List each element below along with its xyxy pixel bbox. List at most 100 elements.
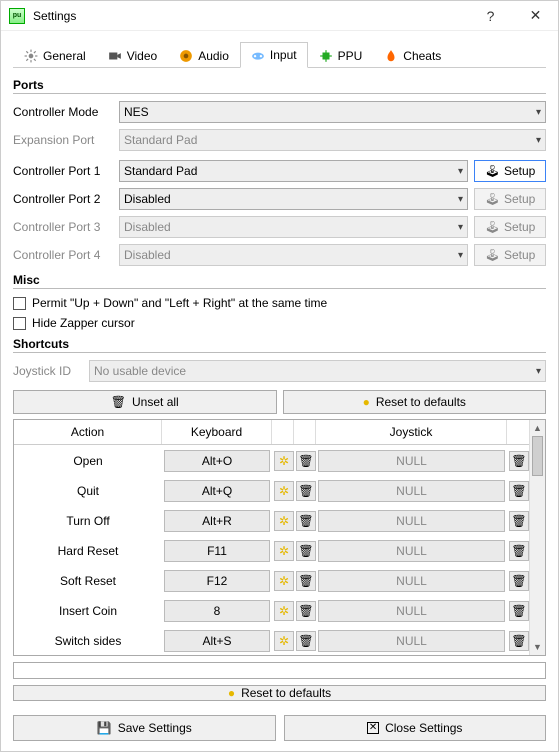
joystick-binding-button[interactable]: NULL: [318, 600, 505, 622]
help-button[interactable]: ?: [468, 1, 513, 31]
scroll-thumb[interactable]: [532, 436, 543, 476]
scroll-down-icon[interactable]: ▼: [530, 639, 545, 655]
chevron-down-icon: ▾: [536, 135, 541, 146]
joystick-binding-button[interactable]: NULL: [318, 510, 505, 532]
lower-reset-label: Reset to defaults: [241, 686, 331, 700]
default-icon[interactable]: ✲: [274, 541, 294, 561]
table-row: Soft ResetF12✲🗑NULL🗑: [14, 565, 529, 595]
refresh-icon: ●: [228, 686, 235, 700]
table-row: Switch sidesAlt+S✲🗑NULL🗑: [14, 625, 529, 655]
tab-general-label: General: [43, 49, 86, 63]
chevron-down-icon: ▾: [458, 166, 463, 177]
app-icon: pu: [9, 8, 25, 24]
clear-joy-button[interactable]: 🗑: [509, 541, 529, 561]
joystick-id-value: No usable device: [94, 364, 186, 378]
keyboard-binding-button[interactable]: Alt+O: [164, 450, 270, 472]
default-icon[interactable]: ✲: [274, 631, 294, 651]
tab-video[interactable]: Video: [97, 42, 168, 68]
port2-select[interactable]: Disabled ▾: [119, 188, 468, 210]
port2-setup-button: 🕹 Setup: [474, 188, 546, 210]
tab-input[interactable]: Input: [240, 42, 308, 68]
reset-defaults-button[interactable]: ● Reset to defaults: [283, 390, 547, 414]
keyboard-binding-button[interactable]: Alt+Q: [164, 480, 270, 502]
port1-label: Controller Port 1: [13, 164, 113, 178]
close-settings-button[interactable]: ✕ Close Settings: [284, 715, 547, 741]
lower-reset-button[interactable]: ● Reset to defaults: [13, 685, 546, 701]
port3-value: Disabled: [124, 220, 171, 234]
misc-header: Misc: [13, 273, 546, 289]
controller-mode-select[interactable]: NES ▾: [119, 101, 546, 123]
tab-input-label: Input: [270, 48, 297, 62]
default-icon[interactable]: ✲: [274, 481, 294, 501]
port1-select[interactable]: Standard Pad ▾: [119, 160, 468, 182]
default-icon[interactable]: ✲: [274, 571, 294, 591]
permit-diag-checkbox[interactable]: [13, 297, 26, 310]
close-window-button[interactable]: ✕: [513, 1, 558, 31]
clear-kbd-button[interactable]: 🗑: [296, 481, 316, 501]
clear-joy-button[interactable]: 🗑: [509, 481, 529, 501]
clear-joy-button[interactable]: 🗑: [509, 451, 529, 471]
joystick-binding-button[interactable]: NULL: [318, 570, 505, 592]
tab-cheats[interactable]: Cheats: [373, 42, 452, 68]
joystick-binding-button[interactable]: NULL: [318, 630, 505, 652]
keyboard-binding-button[interactable]: 8: [164, 600, 270, 622]
save-settings-button[interactable]: 💾 Save Settings: [13, 715, 276, 741]
clear-kbd-button[interactable]: 🗑: [296, 631, 316, 651]
camera-icon: [108, 49, 122, 63]
port1-setup-button[interactable]: 🕹 Setup: [474, 160, 546, 182]
expansion-port-label: Expansion Port: [13, 133, 113, 147]
port3-setup-label: Setup: [504, 220, 535, 234]
clear-joy-button[interactable]: 🗑: [509, 511, 529, 531]
cell-action: Open: [14, 451, 162, 471]
filter-input[interactable]: [13, 662, 546, 679]
joystick-binding-button[interactable]: NULL: [318, 540, 505, 562]
tab-ppu[interactable]: PPU: [308, 42, 374, 68]
expansion-port-select: Standard Pad ▾: [119, 129, 546, 151]
joystick-binding-button[interactable]: NULL: [318, 480, 505, 502]
table-row: QuitAlt+Q✲🗑NULL🗑: [14, 475, 529, 505]
joystick-binding-button[interactable]: NULL: [318, 450, 505, 472]
clear-kbd-button[interactable]: 🗑: [296, 511, 316, 531]
table-row: Turn OffAlt+R✲🗑NULL🗑: [14, 505, 529, 535]
clear-joy-button[interactable]: 🗑: [509, 601, 529, 621]
default-icon[interactable]: ✲: [274, 601, 294, 621]
cell-action: Quit: [14, 481, 162, 501]
table-row: Insert Coin8✲🗑NULL🗑: [14, 595, 529, 625]
scrollbar[interactable]: ▲ ▼: [529, 420, 545, 655]
clear-joy-button[interactable]: 🗑: [509, 571, 529, 591]
trash-icon: 🗑: [111, 395, 126, 409]
tab-audio[interactable]: Audio: [168, 42, 240, 68]
close-icon: ✕: [367, 722, 379, 734]
clear-kbd-button[interactable]: 🗑: [296, 571, 316, 591]
save-icon: 💾: [97, 721, 112, 735]
clear-kbd-button[interactable]: 🗑: [296, 451, 316, 471]
clear-kbd-button[interactable]: 🗑: [296, 601, 316, 621]
unset-all-button[interactable]: 🗑 Unset all: [13, 390, 277, 414]
th-action: Action: [14, 420, 162, 444]
chevron-down-icon: ▾: [458, 222, 463, 233]
chevron-down-icon: ▾: [458, 250, 463, 261]
default-icon[interactable]: ✲: [274, 511, 294, 531]
tab-bar: General Video Audio Input PPU Cheats: [13, 41, 546, 68]
tab-general[interactable]: General: [13, 42, 97, 68]
default-icon[interactable]: ✲: [274, 451, 294, 471]
hide-zapper-label: Hide Zapper cursor: [32, 316, 135, 330]
shortcuts-header: Shortcuts: [13, 337, 546, 353]
unset-all-label: Unset all: [132, 395, 179, 409]
ports-header: Ports: [13, 78, 546, 94]
cell-action: Hard Reset: [14, 541, 162, 561]
keyboard-binding-button[interactable]: F12: [164, 570, 270, 592]
tab-audio-label: Audio: [198, 49, 229, 63]
clear-joy-button[interactable]: 🗑: [509, 631, 529, 651]
clear-kbd-button[interactable]: 🗑: [296, 541, 316, 561]
flame-icon: [384, 49, 398, 63]
scroll-up-icon[interactable]: ▲: [530, 420, 545, 436]
setup-icon: 🕹: [485, 248, 500, 262]
tab-ppu-label: PPU: [338, 49, 363, 63]
port3-label: Controller Port 3: [13, 220, 113, 234]
keyboard-binding-button[interactable]: Alt+R: [164, 510, 270, 532]
keyboard-binding-button[interactable]: Alt+S: [164, 630, 270, 652]
save-label: Save Settings: [118, 721, 192, 735]
hide-zapper-checkbox[interactable]: [13, 317, 26, 330]
keyboard-binding-button[interactable]: F11: [164, 540, 270, 562]
